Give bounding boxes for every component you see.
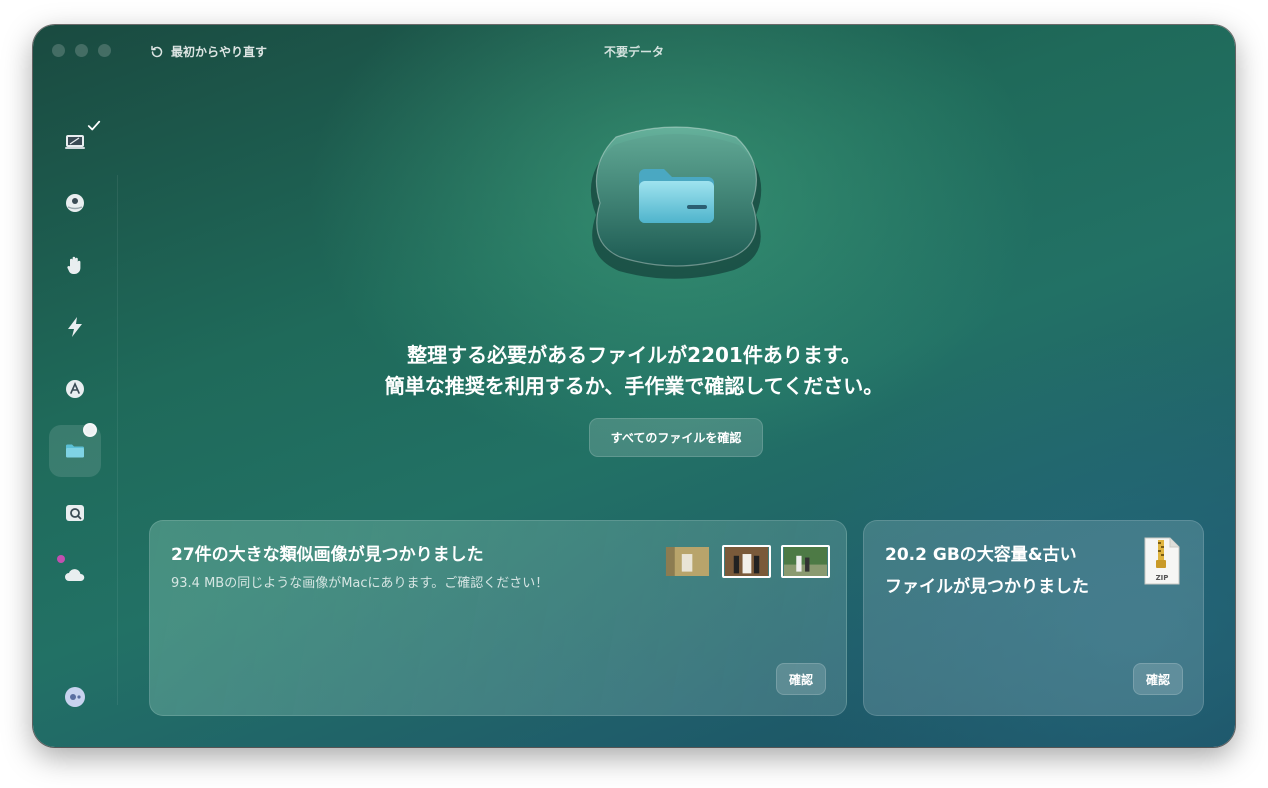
thumbnail-photo-2 bbox=[722, 545, 771, 578]
sidebar-item-protection[interactable] bbox=[49, 177, 101, 229]
sidebar-item-cloud[interactable] bbox=[49, 549, 101, 601]
zip-archive-icon: ZIP bbox=[1144, 537, 1180, 585]
sidebar bbox=[47, 105, 107, 725]
summary-message-line1: 整理する必要があるファイルが2201件あります。 bbox=[407, 343, 861, 367]
progress-indicator bbox=[83, 423, 97, 437]
large-old-files-review-button[interactable]: 確認 bbox=[1133, 663, 1183, 695]
large-old-files-card[interactable]: 20.2 GBの大容量&古い ファイルが見つかりました ZIP 確認 bbox=[863, 520, 1204, 716]
sidebar-item-space-lens[interactable] bbox=[49, 487, 101, 539]
similar-images-card[interactable]: 27件の大きな類似画像が見つかりました 93.4 MBの同じような画像がMacに… bbox=[149, 520, 847, 716]
cleanup-icon bbox=[65, 135, 85, 149]
review-all-files-button[interactable]: すべてのファイルを確認 bbox=[589, 418, 763, 457]
large-old-files-title: 20.2 GBの大容量&古い ファイルが見つかりました bbox=[885, 545, 1089, 597]
similar-images-title: 27件の大きな類似画像が見つかりました bbox=[171, 545, 484, 565]
my-clutter-hero-icon bbox=[590, 126, 762, 279]
protection-icon bbox=[66, 194, 84, 212]
privacy-hand-icon bbox=[67, 256, 81, 274]
sidebar-item-my-clutter[interactable] bbox=[49, 423, 101, 477]
cloud-badge bbox=[57, 555, 65, 563]
my-clutter-folder-icon bbox=[66, 444, 84, 458]
app-window: 最初からやり直す 不要データ 整理する必要があるファイルが2201件あります。 … bbox=[33, 25, 1235, 747]
zip-label: ZIP bbox=[1156, 574, 1169, 582]
sidebar-divider bbox=[117, 175, 118, 705]
thumbnail-photo-1 bbox=[665, 547, 710, 576]
assistant-icon bbox=[65, 687, 85, 707]
sidebar-item-privacy[interactable] bbox=[49, 239, 101, 291]
similar-images-review-button[interactable]: 確認 bbox=[776, 663, 826, 695]
similar-images-subtitle: 93.4 MBの同じような画像がMacにあります。ご確認ください！ bbox=[171, 576, 549, 591]
cloud-icon bbox=[65, 569, 85, 581]
thumbnail-photo-3 bbox=[781, 545, 830, 578]
window-title: 不要データ bbox=[603, 45, 664, 59]
speed-bolt-icon bbox=[68, 317, 82, 337]
sidebar-item-assistant[interactable] bbox=[49, 671, 101, 723]
similar-image-thumbnails bbox=[663, 545, 830, 578]
check-icon bbox=[87, 120, 101, 131]
sidebar-item-cleanup[interactable] bbox=[49, 115, 101, 167]
space-lens-icon bbox=[66, 505, 84, 521]
summary-message-line2: 簡単な推奨を利用するか、手作業で確認してください。 bbox=[384, 374, 884, 398]
